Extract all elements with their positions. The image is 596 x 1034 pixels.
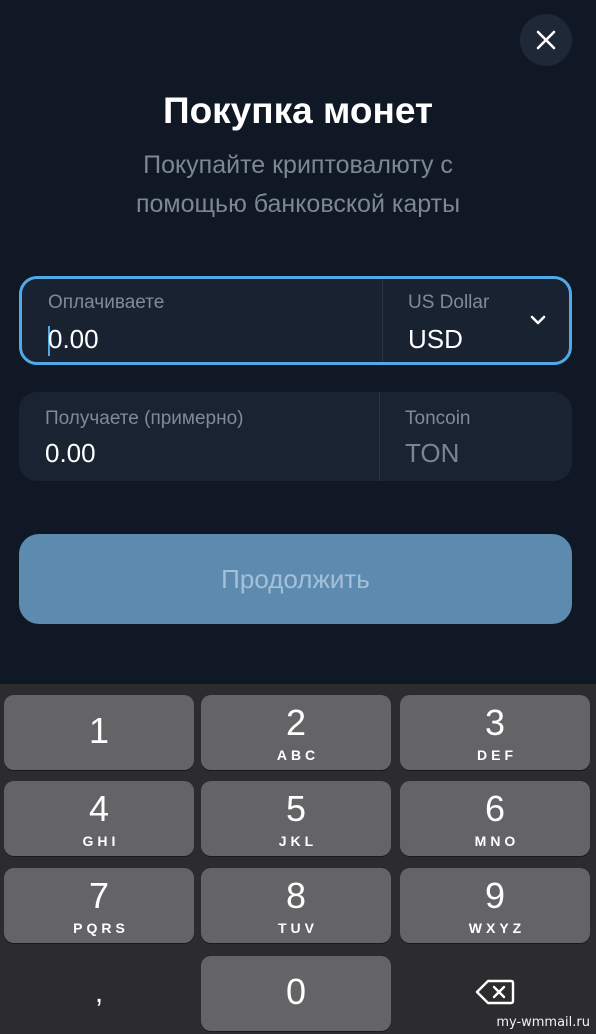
key-3[interactable]: 3 DEF [400,695,590,770]
key-letters: TUV [278,920,318,936]
key-letters: JKL [278,833,318,849]
key-letters: MNO [474,833,520,849]
key-digit: 5 [285,788,307,829]
key-8[interactable]: 8 TUV [201,868,391,943]
pay-label: Оплачиваете [48,292,165,313]
subtitle-line-1: Покупайте криптовалюту с [143,151,453,179]
key-digit: 7 [88,875,110,916]
key-digit: 1 [88,710,110,751]
close-button[interactable] [520,14,572,66]
key-5[interactable]: 5 JKL [201,781,391,856]
key-6[interactable]: 6 MNO [400,781,590,856]
field-divider [382,279,383,362]
close-icon [536,30,556,50]
key-digit: 6 [484,788,506,829]
key-decimal-label: , [94,976,104,1009]
receive-amount-value: 0.00 [45,438,96,468]
key-digit: 9 [484,875,506,916]
key-2[interactable]: 2 ABC [201,695,391,770]
field-divider [379,392,380,481]
key-0[interactable]: 0 [201,956,391,1031]
key-letters: PQRS [73,920,129,936]
key-digit: 0 [285,971,307,1012]
key-digit: 4 [88,788,110,829]
key-digit: 3 [484,702,506,743]
pay-currency-name: US Dollar [408,292,490,313]
key-digit: 2 [285,702,307,743]
continue-button[interactable]: Продолжить [19,534,572,624]
receive-label: Получаете (примерно) [45,408,244,429]
chevron-down-icon [530,315,546,325]
numeric-keyboard: 1 2 ABC 3 DEF 4 GHI 5 JKL 6 MNO 7 PQRS 8… [0,684,596,1034]
receive-currency-name: Toncoin [405,408,471,429]
page-title: Покупка монет [162,90,434,131]
backspace-icon [475,979,515,1005]
key-1[interactable]: 1 [4,695,194,770]
receive-currency-code: TON [405,438,460,468]
receive-amount-field: Получаете (примерно) 0.00 Toncoin TON [19,392,572,481]
pay-currency-code: USD [408,324,463,354]
key-letters: WXYZ [468,920,526,936]
key-letters: ABC [276,747,320,763]
key-letters: DEF [477,747,517,763]
key-digit: 8 [285,875,307,916]
key-letters: GHI [82,833,120,849]
pay-amount-input[interactable]: 0.00 [48,324,99,355]
key-7[interactable]: 7 PQRS [4,868,194,943]
key-decimal[interactable]: , [4,956,194,1031]
key-4[interactable]: 4 GHI [4,781,194,856]
page-subtitle: Покупайте криптовалюту с помощью банковс… [80,146,516,224]
subtitle-line-2: помощью банковской карты [135,190,461,218]
key-9[interactable]: 9 WXYZ [400,868,590,943]
pay-amount-field[interactable]: Оплачиваете 0.00 US Dollar USD [19,276,572,365]
watermark: my-wmmail.ru [496,1015,590,1030]
